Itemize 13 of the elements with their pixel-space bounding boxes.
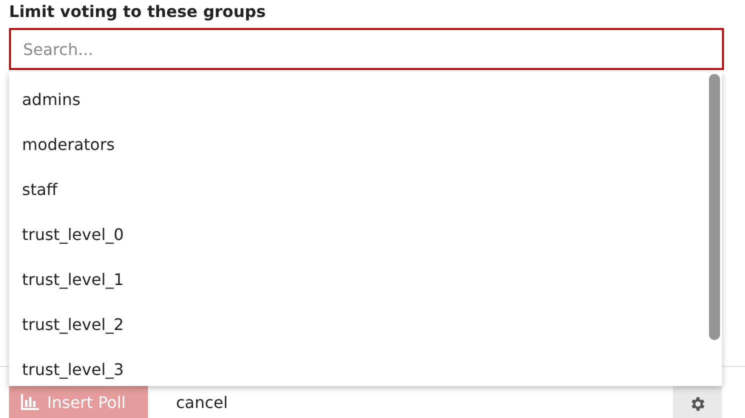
dropdown-item[interactable]: moderators bbox=[9, 122, 708, 167]
dropdown-item[interactable]: trust_level_2 bbox=[9, 302, 708, 347]
dropdown-item[interactable]: staff bbox=[9, 167, 708, 212]
dropdown-item[interactable]: trust_level_0 bbox=[9, 212, 708, 257]
cancel-link[interactable]: cancel bbox=[176, 392, 228, 418]
search-field[interactable]: Search... bbox=[9, 28, 724, 70]
bar-chart-icon bbox=[21, 394, 39, 410]
dropdown-item[interactable]: admins bbox=[9, 77, 708, 122]
settings-icon bbox=[688, 395, 706, 413]
field-label: Limit voting to these groups bbox=[9, 2, 267, 23]
settings-button[interactable] bbox=[673, 386, 722, 418]
scrollbar-thumb[interactable] bbox=[709, 74, 720, 340]
dropdown-item[interactable]: trust_level_1 bbox=[9, 257, 708, 302]
